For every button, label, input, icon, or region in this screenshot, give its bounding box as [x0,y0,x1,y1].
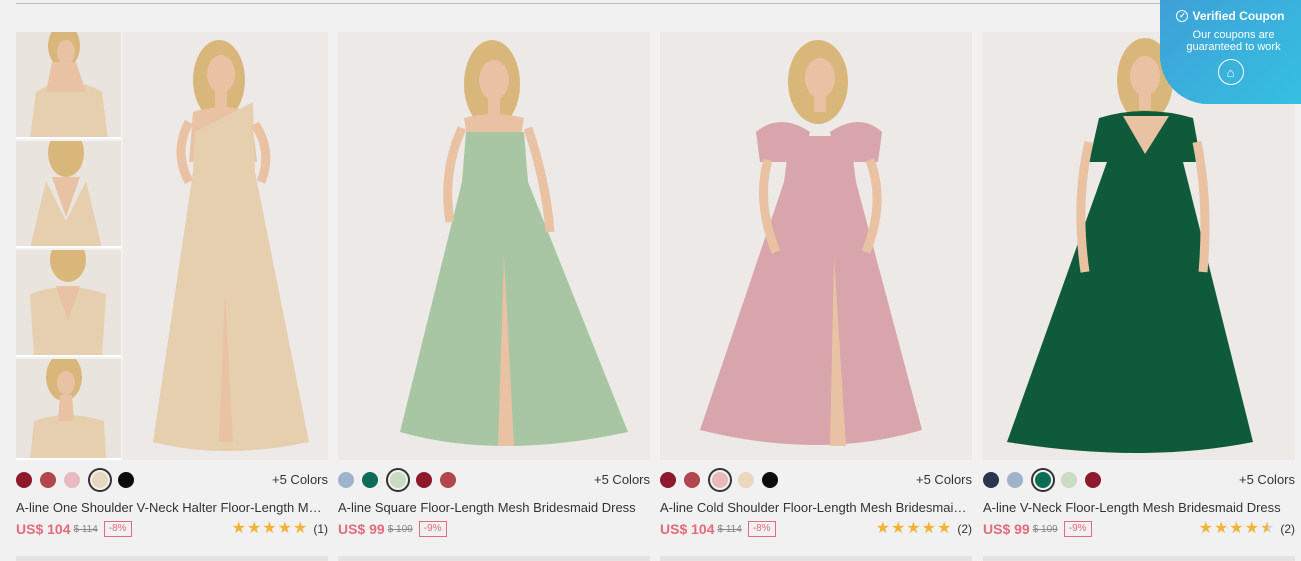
star-rating: ★ ★ ★ ★ ★ [231,521,308,537]
product-title[interactable]: A-line Square Floor-Length Mesh Bridesma… [338,500,650,515]
verified-coupon-widget[interactable]: ✓ Verified Coupon Our coupons are guaran… [1160,0,1301,104]
product-main-image[interactable] [338,32,650,460]
sale-price: US$ 99 [983,521,1030,537]
price-row: US$ 99 $ 109 -9% ★ ★ ★ ★ ★ (2) [983,520,1295,538]
star-icon: ★ [1198,520,1213,537]
star-icon: ★ [936,520,952,537]
review-count: (2) [957,522,972,536]
star-icon: ★ [246,520,262,537]
color-swatch[interactable] [338,472,354,488]
star-icon: ★ [262,520,277,537]
dress-figure [338,32,650,460]
star-icon: ★ [921,520,936,537]
color-swatches [660,468,786,492]
sale-price: US$ 99 [338,521,385,537]
review-count: (1) [313,522,328,536]
rating: ★ ★ ★ ★ ★ (2) [1198,521,1295,537]
color-swatches [16,468,142,492]
coupon-icon[interactable]: ⌂ [1217,59,1244,85]
color-swatch[interactable] [362,472,378,488]
color-swatch[interactable] [738,472,754,488]
color-swatch[interactable] [40,472,56,488]
star-rating: ★ ★ ★ ★ ★ [1198,521,1275,537]
product-title[interactable]: A-line Cold Shoulder Floor-Length Mesh B… [660,500,972,515]
star-icon: ★ [1213,520,1229,537]
product-title[interactable]: A-line One Shoulder V-Neck Halter Floor-… [16,500,328,515]
discount-badge: -9% [418,521,447,537]
thumbnail-image[interactable] [16,250,121,357]
product-main-image[interactable] [660,32,972,460]
original-price: $ 114 [73,523,98,535]
thumbnail-image[interactable] [16,359,121,460]
star-icon: ★ [890,520,906,537]
discount-badge: -8% [747,521,776,537]
color-swatch[interactable] [1031,468,1055,492]
star-rating: ★ ★ ★ ★ ★ [875,521,952,537]
thumbnail-image[interactable] [16,141,121,248]
next-row-image [16,556,328,561]
color-swatch[interactable] [416,472,432,488]
star-icon: ★ [1259,520,1275,537]
coupon-text: Our coupons are guaranteed to work [1186,29,1281,53]
divider [16,3,1301,4]
color-swatches [983,468,1109,492]
star-icon: ★ [1244,520,1259,537]
rating: ★ ★ ★ ★ ★ (1) [231,521,328,537]
more-colors-link[interactable]: +5 Colors [272,472,328,487]
color-swatch[interactable] [983,472,999,488]
thumbnail-strip [16,32,121,460]
color-swatch[interactable] [660,472,676,488]
color-swatch[interactable] [708,468,732,492]
price-row: US$ 99 $ 109 -9% [338,520,650,538]
color-swatch[interactable] [1061,472,1077,488]
dress-figure [123,32,328,460]
product-title[interactable]: A-line V-Neck Floor-Length Mesh Bridesma… [983,500,1295,515]
rating: ★ ★ ★ ★ ★ (2) [875,521,972,537]
price-row: US$ 104 $ 114 -8% ★ ★ ★ ★ ★ (1) [16,520,328,538]
color-swatch[interactable] [684,472,700,488]
price-row: US$ 104 $ 114 -8% ★ ★ ★ ★ ★ (2) [660,520,972,538]
product-main-image[interactable] [123,32,328,460]
next-row-image [660,556,972,561]
more-colors-link[interactable]: +5 Colors [594,472,650,487]
color-swatch[interactable] [1085,472,1101,488]
original-price: $ 114 [717,523,742,535]
coupon-header: ✓ Verified Coupon [1160,9,1301,23]
product-image-area[interactable] [16,32,328,460]
color-swatch[interactable] [1007,472,1023,488]
discount-badge: -9% [1063,521,1092,537]
color-swatch[interactable] [440,472,456,488]
discount-badge: -8% [103,521,132,537]
star-icon: ★ [906,520,921,537]
star-icon: ★ [292,520,308,537]
review-count: (2) [1280,522,1295,536]
coupon-title: Verified Coupon [1192,9,1285,23]
color-swatch[interactable] [386,468,410,492]
more-colors-link[interactable]: +5 Colors [1239,472,1295,487]
original-price: $ 109 [387,523,413,535]
thumbnail-image[interactable] [16,32,121,139]
more-colors-link[interactable]: +5 Colors [916,472,972,487]
sale-price: US$ 104 [16,521,71,537]
star-icon: ★ [875,520,890,537]
star-icon: ★ [1229,520,1244,537]
dress-figure [660,32,972,460]
color-swatch[interactable] [118,472,134,488]
star-icon: ★ [277,520,292,537]
color-swatch[interactable] [64,472,80,488]
check-icon: ✓ [1176,10,1189,22]
sale-price: US$ 104 [660,521,715,537]
star-icon: ★ [231,520,246,537]
color-swatch[interactable] [762,472,778,488]
next-row-image [338,556,650,561]
color-swatch[interactable] [88,468,112,492]
color-swatches [338,468,464,492]
color-swatch[interactable] [16,472,32,488]
next-row-image [983,556,1295,561]
original-price: $ 109 [1032,523,1058,535]
